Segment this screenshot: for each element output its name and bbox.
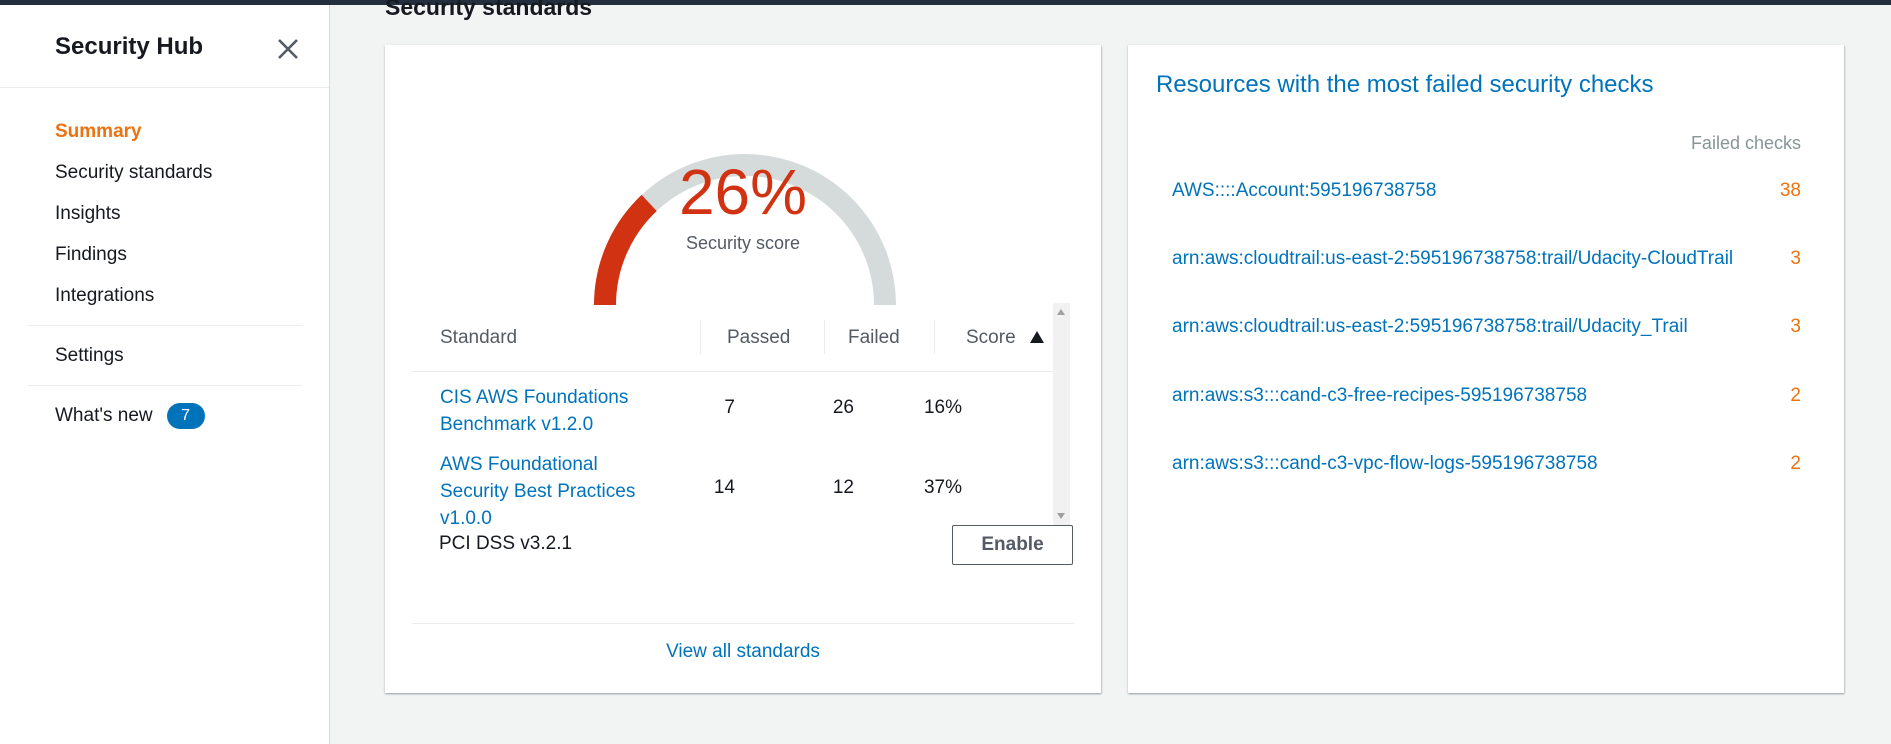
- standard-score: 16%: [923, 397, 962, 418]
- failed-count: 26: [832, 397, 854, 418]
- passed-count: 7: [724, 397, 735, 418]
- table-scrollbar[interactable]: [1053, 303, 1070, 525]
- security-score-label: Security score: [685, 233, 801, 253]
- failed-check-count[interactable]: 3: [1790, 248, 1801, 270]
- resource-link[interactable]: arn:aws:cloudtrail:us-east-2:59519673875…: [1172, 248, 1733, 269]
- table-row: AWS Foundational Security Best Practices…: [412, 450, 1060, 530]
- standard-name-line: CIS AWS Foundations: [440, 387, 629, 408]
- security-score-value: 26%: [678, 156, 808, 228]
- whats-new-label: What's new: [55, 405, 153, 426]
- column-divider: [934, 320, 935, 354]
- standard-link-aws-fsbp[interactable]: AWS Foundational Security Best Practices…: [440, 451, 635, 532]
- standard-name-line: v1.0.0: [440, 508, 492, 529]
- security-score-card: 26% Security score Standard Passed Faile…: [385, 45, 1101, 693]
- column-header-standard[interactable]: Standard: [440, 327, 517, 349]
- sidebar: Security Hub Summary Security standards …: [0, 5, 330, 744]
- resource-link[interactable]: AWS::::Account:595196738758: [1172, 180, 1436, 201]
- failed-check-count[interactable]: 38: [1780, 180, 1801, 202]
- standard-score: 37%: [923, 477, 962, 498]
- failed-check-count[interactable]: 2: [1790, 385, 1801, 407]
- standard-link-cis[interactable]: CIS AWS Foundations Benchmark v1.2.0: [440, 384, 628, 438]
- failed-resources-title: Resources with the most failed security …: [1156, 71, 1654, 98]
- list-item: arn:aws:cloudtrail:us-east-2:59519673875…: [1172, 248, 1801, 270]
- view-all-standards-link[interactable]: View all standards: [385, 641, 1101, 663]
- sidebar-item-whats-new[interactable]: What's new 7: [0, 395, 330, 436]
- standards-table-header: Standard Passed Failed Score: [412, 303, 1060, 372]
- column-header-score[interactable]: Score: [966, 327, 1045, 349]
- pci-dss-label: PCI DSS v3.2.1: [439, 533, 573, 554]
- failed-count: 12: [832, 477, 854, 498]
- standard-name-line: Benchmark v1.2.0: [440, 414, 594, 435]
- resource-link[interactable]: arn:aws:s3:::cand-c3-vpc-flow-logs-59519…: [1172, 453, 1598, 474]
- failed-check-count[interactable]: 2: [1790, 453, 1801, 475]
- column-divider: [700, 320, 701, 354]
- passed-count: 14: [713, 477, 735, 498]
- score-header-label: Score: [966, 327, 1016, 348]
- list-item: arn:aws:s3:::cand-c3-free-recipes-595196…: [1172, 385, 1801, 407]
- sidebar-item-settings[interactable]: Settings: [0, 335, 330, 376]
- resource-link[interactable]: arn:aws:cloudtrail:us-east-2:59519673875…: [1172, 316, 1688, 337]
- card-footer-divider: [412, 623, 1074, 624]
- failed-check-count[interactable]: 3: [1790, 316, 1801, 338]
- sidebar-divider: [28, 325, 302, 326]
- failed-resources-card: Resources with the most failed security …: [1128, 45, 1844, 693]
- standards-table: Standard Passed Failed Score CIS AWS Fou…: [412, 303, 1060, 530]
- list-item: AWS::::Account:595196738758 38: [1172, 180, 1801, 202]
- standard-name-line: AWS Foundational: [440, 454, 598, 475]
- sidebar-item-insights[interactable]: Insights: [0, 193, 330, 234]
- list-item: arn:aws:cloudtrail:us-east-2:59519673875…: [1172, 316, 1801, 338]
- scroll-down-icon[interactable]: [1057, 513, 1065, 519]
- sidebar-title: Security Hub: [55, 33, 204, 60]
- column-header-failed[interactable]: Failed: [848, 327, 900, 349]
- resource-link[interactable]: arn:aws:s3:::cand-c3-free-recipes-595196…: [1172, 385, 1587, 406]
- sidebar-item-summary[interactable]: Summary: [0, 111, 330, 152]
- column-divider: [824, 320, 825, 354]
- page-title: Security standards: [385, 0, 593, 20]
- sidebar-item-security-standards[interactable]: Security standards: [0, 152, 330, 193]
- sort-ascending-icon: [1029, 331, 1044, 343]
- column-header-passed[interactable]: Passed: [727, 327, 790, 349]
- scroll-up-icon[interactable]: [1057, 309, 1065, 315]
- sidebar-item-findings[interactable]: Findings: [0, 234, 330, 275]
- standard-name-line: Security Best Practices: [440, 481, 636, 502]
- whats-new-badge: 7: [166, 402, 205, 429]
- list-item: arn:aws:s3:::cand-c3-vpc-flow-logs-59519…: [1172, 453, 1801, 475]
- close-icon[interactable]: [274, 35, 302, 63]
- sidebar-nav: Summary Security standards Insights Find…: [0, 111, 330, 436]
- table-row: CIS AWS Foundations Benchmark v1.2.0 7 2…: [412, 372, 1060, 450]
- enable-button[interactable]: Enable: [952, 525, 1073, 565]
- sidebar-item-integrations[interactable]: Integrations: [0, 275, 330, 316]
- sidebar-header: Security Hub: [0, 5, 329, 88]
- sidebar-divider: [28, 385, 302, 386]
- failed-checks-column-header: Failed checks: [1690, 133, 1801, 153]
